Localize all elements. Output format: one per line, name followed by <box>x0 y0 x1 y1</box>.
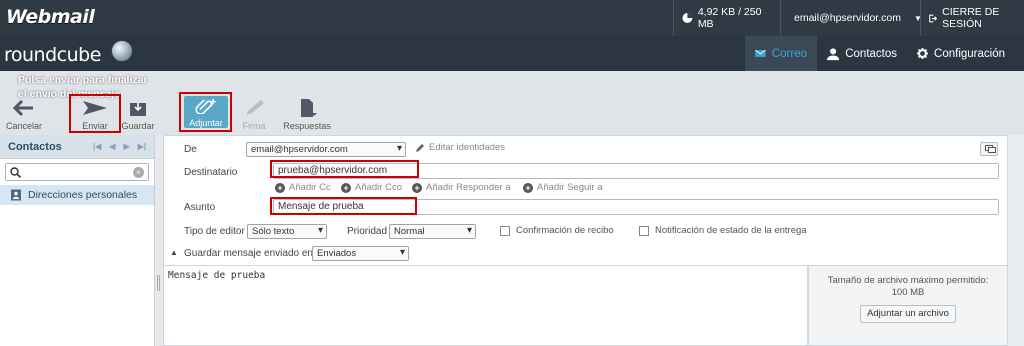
receipt-checkbox[interactable]: Confirmación de recibo <box>500 225 614 236</box>
plus-icon: + <box>275 182 285 193</box>
nav-contacts-label: Contactos <box>845 47 897 60</box>
add-cc-label: Añadir Cc <box>289 182 331 193</box>
signature-button[interactable]: Firma <box>238 99 270 131</box>
add-bcc-link[interactable]: + Añadir Cco <box>341 182 402 193</box>
webmail-top-bar: Webmail 4,92 KB / 250 MB email@hpservido… <box>0 0 1024 36</box>
subject-input[interactable]: Mensaje de prueba <box>273 199 999 215</box>
checkbox-icon <box>500 225 510 236</box>
attach-button[interactable]: Adjuntar <box>184 96 228 128</box>
save-sent-label: Guardar mensaje enviado en <box>184 248 313 259</box>
nav-contacts[interactable]: Contactos <box>817 36 907 71</box>
clear-search-icon[interactable]: × <box>133 166 144 178</box>
attachments-panel: Tamaño de archivo máximo permitido: 100 … <box>808 266 1008 346</box>
quota-indicator: 4,92 KB / 250 MB <box>673 0 780 36</box>
pane-splitter[interactable] <box>155 135 163 346</box>
first-page-icon[interactable]: |◀ <box>93 142 101 151</box>
plus-icon: + <box>412 182 422 193</box>
nav-mail[interactable]: Correo <box>745 36 817 71</box>
address-book-icon <box>11 189 21 201</box>
attach-label: Adjuntar <box>189 118 223 128</box>
checkbox-icon <box>639 225 649 236</box>
save-label: Guardar <box>121 121 155 131</box>
gear-icon <box>917 47 929 60</box>
send-button[interactable]: Enviar <box>74 99 116 131</box>
add-followup-label: Añadir Seguir a <box>537 182 603 193</box>
add-reply-to-link[interactable]: + Añadir Responder a <box>412 182 511 193</box>
edit-identities-label: Editar identidades <box>429 142 506 153</box>
address-book-item[interactable]: Direcciones personales <box>0 185 154 205</box>
send-label: Enviar <box>82 121 108 131</box>
cancel-button[interactable]: Cancelar <box>6 99 42 131</box>
plus-icon: + <box>341 182 351 193</box>
editor-type-select[interactable]: Sólo texto <box>247 224 327 239</box>
nav-settings-label: Configuración <box>934 47 1005 60</box>
compose-headers: De email@hpservidor.com Editar identidad… <box>163 135 1008 266</box>
from-label: De <box>184 144 197 155</box>
responses-button[interactable]: Respuestas <box>282 99 332 131</box>
next-page-icon[interactable]: ▶ <box>123 142 129 151</box>
save-button[interactable]: Guardar <box>120 99 156 131</box>
prev-page-icon[interactable]: ◀ <box>109 142 115 151</box>
maximize-icon[interactable] <box>980 142 998 156</box>
dsn-label: Notificación de estado de la entrega <box>655 225 807 236</box>
paperclip-icon <box>195 98 216 114</box>
pencil-icon <box>416 143 424 152</box>
priority-label: Prioridad <box>347 226 388 237</box>
search-icon <box>10 166 21 178</box>
add-bcc-label: Añadir Cco <box>355 182 402 193</box>
document-icon <box>301 99 317 117</box>
envelope-icon <box>755 49 766 57</box>
to-input[interactable]: prueba@hpservidor.com <box>273 163 999 179</box>
cancel-label: Cancelar <box>5 121 43 131</box>
add-attachment-button[interactable]: Adjuntar un archivo <box>860 305 956 323</box>
back-arrow-icon <box>13 99 33 117</box>
add-reply-to-label: Añadir Responder a <box>426 182 511 193</box>
editor-type-label: Tipo de editor <box>184 226 245 237</box>
edit-identities-link[interactable]: Editar identidades <box>415 142 505 153</box>
contacts-panel: Contactos |◀ ◀ ▶ ▶| × Direcciones person… <box>0 135 155 346</box>
page-scrollbar[interactable] <box>1008 135 1024 346</box>
roundcube-logo-icon <box>111 40 133 62</box>
roundcube-logo[interactable]: roundcube <box>4 44 101 66</box>
dsn-checkbox[interactable]: Notificación de estado de la entrega <box>639 225 807 236</box>
add-followup-link[interactable]: + Añadir Seguir a <box>523 182 602 193</box>
address-book-label: Direcciones personales <box>28 189 138 201</box>
priority-select[interactable]: Normal <box>389 224 476 239</box>
plus-icon: + <box>523 182 533 193</box>
contacts-title: Contactos <box>8 140 62 153</box>
contacts-header: Contactos |◀ ◀ ▶ ▶| <box>0 135 154 159</box>
responses-label: Respuestas <box>283 121 331 131</box>
pen-icon <box>246 100 264 115</box>
splitter-grip-icon <box>157 275 160 291</box>
pagination-controls: |◀ ◀ ▶ ▶| <box>93 142 146 151</box>
nav-mail-label: Correo <box>771 47 807 60</box>
user-menu[interactable]: email@hpservidor.com ▼ <box>780 0 922 36</box>
to-label: Destinatario <box>184 167 238 178</box>
contacts-search-input[interactable]: × <box>5 163 149 181</box>
person-icon <box>827 47 840 60</box>
user-email: email@hpservidor.com <box>794 12 901 24</box>
receipt-label: Confirmación de recibo <box>516 225 614 236</box>
max-size-text: Tamaño de archivo máximo permitido: 100 … <box>827 275 989 298</box>
save-tray-icon <box>130 103 146 116</box>
add-cc-link[interactable]: + Añadir Cc <box>275 182 331 193</box>
signature-label: Firma <box>242 121 266 131</box>
instruction-text: Pulsa enviar para finalizar el envío del… <box>18 74 148 100</box>
message-body[interactable]: Mensaje de prueba <box>163 266 808 346</box>
paper-plane-icon <box>83 101 107 115</box>
pie-chart-icon <box>682 13 693 23</box>
logout-button[interactable]: CIERRE DE SESIÓN <box>920 0 1024 36</box>
webmail-logo[interactable]: Webmail <box>6 6 95 28</box>
logout-icon <box>929 14 938 22</box>
save-sent-select[interactable]: Enviados <box>312 246 409 261</box>
subject-label: Asunto <box>184 202 216 213</box>
logout-label: CIERRE DE SESIÓN <box>942 6 1000 30</box>
collapse-options-icon[interactable]: ▲ <box>170 248 178 257</box>
last-page-icon[interactable]: ▶| <box>138 142 146 151</box>
from-select[interactable]: email@hpservidor.com <box>246 142 406 157</box>
quota-text: 4,92 KB / 250 MB <box>697 6 762 30</box>
nav-settings[interactable]: Configuración <box>907 36 1015 71</box>
